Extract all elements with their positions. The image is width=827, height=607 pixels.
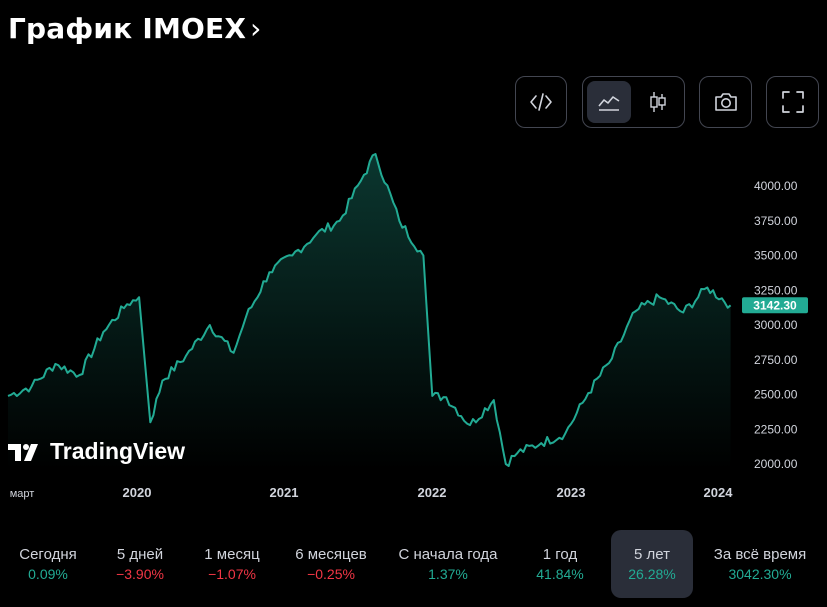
y-tick-label: 4000.00	[754, 179, 798, 193]
period-change: 3042.30%	[728, 566, 792, 582]
tradingview-logo-icon	[8, 443, 38, 461]
x-tick-label: 2020	[123, 485, 152, 500]
period-tab[interactable]: 1 год 41.84%	[525, 530, 595, 598]
period-label: Сегодня	[19, 546, 77, 563]
period-label: 1 год	[542, 546, 578, 563]
fullscreen-icon	[781, 91, 804, 113]
candles-chart-button[interactable]	[636, 81, 680, 123]
chart-type-toggle	[582, 76, 685, 128]
y-tick-label: 2250.00	[754, 422, 798, 436]
tradingview-logo[interactable]: TradingView	[8, 438, 185, 465]
x-tick-label: 2023	[557, 485, 586, 500]
page-title-text: График IMOEX	[8, 12, 247, 45]
area-fill	[8, 154, 731, 470]
period-selector: Сегодня 0.09% 5 дней −3.90% 1 месяц −1.07% 6 м…	[0, 530, 827, 600]
area-chart-icon	[598, 96, 620, 111]
period-change: −3.90%	[116, 566, 164, 582]
period-change: 26.28%	[628, 566, 676, 582]
period-label: С начала года	[398, 546, 498, 563]
period-label: За всё время	[713, 546, 807, 563]
period-tab[interactable]: За всё время 3042.30%	[705, 530, 815, 598]
y-tick-label: 2500.00	[754, 388, 798, 402]
period-label: 6 месяцев	[295, 546, 367, 563]
page-title[interactable]: График IMOEX ›	[8, 12, 262, 45]
period-label: 5 лет	[634, 546, 670, 563]
tradingview-logo-text: TradingView	[50, 438, 186, 464]
x-tick-label: 2022	[418, 485, 447, 500]
period-tab[interactable]: 5 дней −3.90%	[100, 530, 180, 598]
last-value-badge: 3142.30	[742, 297, 808, 314]
snapshot-button[interactable]	[699, 76, 752, 128]
x-tick-label: март	[10, 488, 35, 500]
x-tick-label: 2024	[704, 485, 734, 500]
period-change: 1.37%	[428, 566, 468, 582]
area-chart-button[interactable]	[587, 81, 631, 123]
candles-icon	[650, 92, 666, 112]
period-tab[interactable]: 5 лет 26.28%	[611, 530, 693, 598]
x-tick-label: 2021	[270, 485, 299, 500]
period-tab[interactable]: Сегодня 0.09%	[8, 530, 88, 598]
last-value-label: 3142.30	[753, 298, 797, 312]
fullscreen-button[interactable]	[766, 76, 819, 128]
period-tab[interactable]: 1 месяц −1.07%	[192, 530, 272, 598]
y-tick-label: 3250.00	[754, 283, 798, 297]
y-tick-label: 3000.00	[754, 318, 798, 332]
y-tick-label: 2750.00	[754, 353, 798, 367]
y-tick-label: 3500.00	[754, 249, 798, 263]
code-icon	[530, 93, 552, 111]
period-tab[interactable]: 6 месяцев −0.25%	[286, 530, 376, 598]
period-label: 1 месяц	[204, 546, 260, 563]
period-change: 41.84%	[536, 566, 584, 582]
period-change: −0.25%	[307, 566, 355, 582]
period-change: 0.09%	[28, 566, 68, 582]
period-change: −1.07%	[208, 566, 256, 582]
chevron-right-icon: ›	[250, 12, 262, 45]
period-tab[interactable]: С начала года 1.37%	[388, 530, 508, 598]
embed-code-button[interactable]	[515, 76, 567, 128]
period-label: 5 дней	[116, 546, 164, 563]
camera-icon	[714, 93, 737, 111]
y-tick-label: 2000.00	[754, 457, 798, 471]
y-tick-label: 3750.00	[754, 214, 798, 228]
